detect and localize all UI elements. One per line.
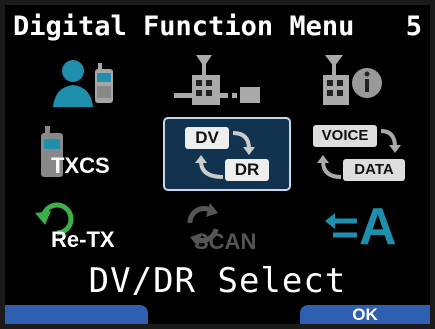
softkey-ok[interactable]: OK: [300, 305, 430, 324]
voice-label: VOICE: [321, 127, 369, 144]
menu-item-txcs[interactable]: TXCS: [15, 123, 145, 201]
repeater-connection-icon: [174, 55, 260, 105]
menu-item-repeater-info[interactable]: [305, 49, 430, 127]
status-label: DV/DR Select: [88, 261, 347, 301]
menu-item-dv-dr[interactable]: DV DR: [163, 117, 291, 191]
radio-screen: Digital Function Menu 5 TXCS DV DR VOICE…: [5, 5, 430, 324]
repeater-info-icon: [323, 55, 382, 105]
menu-title: Digital Function Menu: [13, 11, 355, 42]
menu-item-user-radio[interactable]: [15, 49, 145, 127]
dr-label: DR: [234, 160, 260, 179]
softkey-left[interactable]: [5, 305, 148, 324]
re-tx-label: Re-TX: [51, 227, 115, 252]
data-label: DATA: [354, 161, 394, 178]
user-radio-icon: [53, 60, 113, 107]
text-input-label: A: [359, 198, 397, 256]
menu-item-voice-data[interactable]: VOICE DATA: [303, 119, 430, 197]
dv-label: DV: [195, 128, 219, 147]
page-number: 5: [405, 11, 422, 42]
menu-item-repeater-connection[interactable]: [160, 49, 290, 127]
txcs-label: TXCS: [51, 153, 110, 178]
menu-header: Digital Function Menu 5: [13, 11, 422, 45]
scan-label: SCAN: [194, 229, 257, 254]
